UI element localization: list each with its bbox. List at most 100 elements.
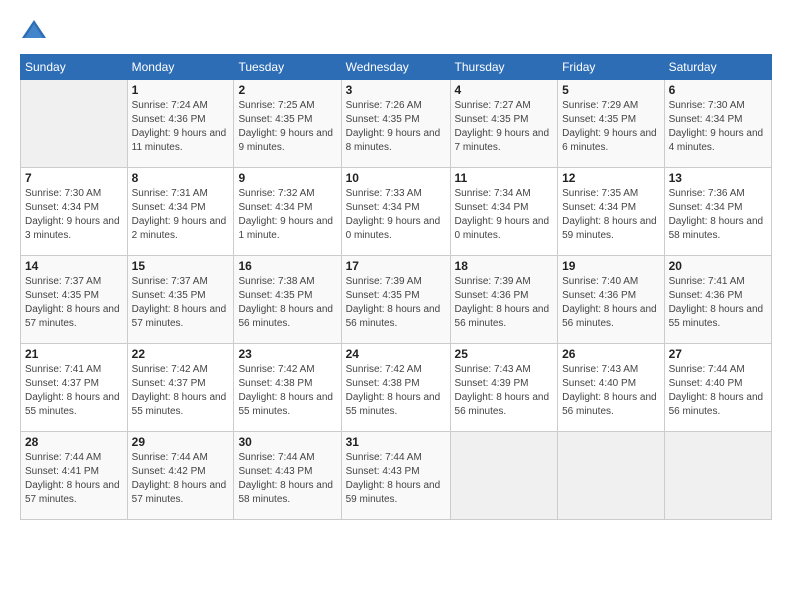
- sunrise: Sunrise: 7:43 AM: [562, 364, 638, 375]
- sunrise: Sunrise: 7:24 AM: [132, 100, 208, 111]
- daylight: Daylight: 8 hours and 55 minutes.: [346, 392, 441, 417]
- sunset: Sunset: 4:34 PM: [346, 202, 420, 213]
- day-number: 25: [455, 347, 554, 361]
- calendar-cell: 21 Sunrise: 7:41 AM Sunset: 4:37 PM Dayl…: [21, 344, 128, 432]
- day-number: 4: [455, 83, 554, 97]
- day-info: Sunrise: 7:29 AM Sunset: 4:35 PM Dayligh…: [562, 99, 659, 155]
- day-info: Sunrise: 7:38 AM Sunset: 4:35 PM Dayligh…: [238, 275, 336, 331]
- day-number: 21: [25, 347, 123, 361]
- daylight: Daylight: 8 hours and 56 minutes.: [669, 392, 764, 417]
- calendar-cell: [664, 432, 771, 520]
- calendar-cell: [450, 432, 558, 520]
- sunset: Sunset: 4:38 PM: [346, 378, 420, 389]
- day-info: Sunrise: 7:44 AM Sunset: 4:40 PM Dayligh…: [669, 363, 767, 419]
- sunset: Sunset: 4:35 PM: [562, 114, 636, 125]
- calendar-cell: 17 Sunrise: 7:39 AM Sunset: 4:35 PM Dayl…: [341, 256, 450, 344]
- sunset: Sunset: 4:34 PM: [455, 202, 529, 213]
- daylight: Daylight: 9 hours and 8 minutes.: [346, 128, 441, 153]
- weekday-header: Monday: [127, 55, 234, 80]
- sunset: Sunset: 4:38 PM: [238, 378, 312, 389]
- day-info: Sunrise: 7:44 AM Sunset: 4:42 PM Dayligh…: [132, 451, 230, 507]
- calendar-cell: 27 Sunrise: 7:44 AM Sunset: 4:40 PM Dayl…: [664, 344, 771, 432]
- calendar-cell: 3 Sunrise: 7:26 AM Sunset: 4:35 PM Dayli…: [341, 80, 450, 168]
- day-info: Sunrise: 7:37 AM Sunset: 4:35 PM Dayligh…: [25, 275, 123, 331]
- day-number: 26: [562, 347, 659, 361]
- calendar-table: SundayMondayTuesdayWednesdayThursdayFrid…: [20, 54, 772, 520]
- calendar-week-row: 1 Sunrise: 7:24 AM Sunset: 4:36 PM Dayli…: [21, 80, 772, 168]
- calendar-week-row: 14 Sunrise: 7:37 AM Sunset: 4:35 PM Dayl…: [21, 256, 772, 344]
- sunrise: Sunrise: 7:32 AM: [238, 188, 314, 199]
- sunrise: Sunrise: 7:44 AM: [25, 452, 101, 463]
- sunset: Sunset: 4:35 PM: [238, 114, 312, 125]
- sunset: Sunset: 4:34 PM: [132, 202, 206, 213]
- day-number: 7: [25, 171, 123, 185]
- sunrise: Sunrise: 7:31 AM: [132, 188, 208, 199]
- calendar-cell: 10 Sunrise: 7:33 AM Sunset: 4:34 PM Dayl…: [341, 168, 450, 256]
- day-info: Sunrise: 7:30 AM Sunset: 4:34 PM Dayligh…: [669, 99, 767, 155]
- calendar-cell: 15 Sunrise: 7:37 AM Sunset: 4:35 PM Dayl…: [127, 256, 234, 344]
- calendar-cell: 18 Sunrise: 7:39 AM Sunset: 4:36 PM Dayl…: [450, 256, 558, 344]
- day-info: Sunrise: 7:44 AM Sunset: 4:41 PM Dayligh…: [25, 451, 123, 507]
- daylight: Daylight: 8 hours and 56 minutes.: [455, 392, 550, 417]
- daylight: Daylight: 9 hours and 4 minutes.: [669, 128, 764, 153]
- sunrise: Sunrise: 7:38 AM: [238, 276, 314, 287]
- weekday-header: Thursday: [450, 55, 558, 80]
- sunrise: Sunrise: 7:41 AM: [25, 364, 101, 375]
- calendar-week-row: 7 Sunrise: 7:30 AM Sunset: 4:34 PM Dayli…: [21, 168, 772, 256]
- day-info: Sunrise: 7:26 AM Sunset: 4:35 PM Dayligh…: [346, 99, 446, 155]
- calendar-cell: 29 Sunrise: 7:44 AM Sunset: 4:42 PM Dayl…: [127, 432, 234, 520]
- sunrise: Sunrise: 7:34 AM: [455, 188, 531, 199]
- day-info: Sunrise: 7:43 AM Sunset: 4:40 PM Dayligh…: [562, 363, 659, 419]
- day-number: 5: [562, 83, 659, 97]
- calendar-cell: 19 Sunrise: 7:40 AM Sunset: 4:36 PM Dayl…: [558, 256, 664, 344]
- sunrise: Sunrise: 7:44 AM: [132, 452, 208, 463]
- daylight: Daylight: 8 hours and 57 minutes.: [132, 480, 227, 505]
- calendar-week-row: 21 Sunrise: 7:41 AM Sunset: 4:37 PM Dayl…: [21, 344, 772, 432]
- calendar-body: 1 Sunrise: 7:24 AM Sunset: 4:36 PM Dayli…: [21, 80, 772, 520]
- sunrise: Sunrise: 7:30 AM: [669, 100, 745, 111]
- sunset: Sunset: 4:34 PM: [669, 114, 743, 125]
- calendar-cell: 30 Sunrise: 7:44 AM Sunset: 4:43 PM Dayl…: [234, 432, 341, 520]
- day-info: Sunrise: 7:36 AM Sunset: 4:34 PM Dayligh…: [669, 187, 767, 243]
- day-info: Sunrise: 7:33 AM Sunset: 4:34 PM Dayligh…: [346, 187, 446, 243]
- sunrise: Sunrise: 7:37 AM: [132, 276, 208, 287]
- sunrise: Sunrise: 7:29 AM: [562, 100, 638, 111]
- calendar-cell: 5 Sunrise: 7:29 AM Sunset: 4:35 PM Dayli…: [558, 80, 664, 168]
- sunset: Sunset: 4:34 PM: [562, 202, 636, 213]
- day-number: 2: [238, 83, 336, 97]
- calendar-cell: 14 Sunrise: 7:37 AM Sunset: 4:35 PM Dayl…: [21, 256, 128, 344]
- daylight: Daylight: 8 hours and 57 minutes.: [25, 304, 120, 329]
- day-info: Sunrise: 7:42 AM Sunset: 4:38 PM Dayligh…: [238, 363, 336, 419]
- sunrise: Sunrise: 7:33 AM: [346, 188, 422, 199]
- day-number: 23: [238, 347, 336, 361]
- sunrise: Sunrise: 7:41 AM: [669, 276, 745, 287]
- day-number: 22: [132, 347, 230, 361]
- sunrise: Sunrise: 7:39 AM: [455, 276, 531, 287]
- daylight: Daylight: 8 hours and 56 minutes.: [562, 304, 657, 329]
- calendar-cell: [558, 432, 664, 520]
- daylight: Daylight: 8 hours and 59 minutes.: [346, 480, 441, 505]
- calendar-cell: 4 Sunrise: 7:27 AM Sunset: 4:35 PM Dayli…: [450, 80, 558, 168]
- day-number: 9: [238, 171, 336, 185]
- calendar-cell: 20 Sunrise: 7:41 AM Sunset: 4:36 PM Dayl…: [664, 256, 771, 344]
- sunset: Sunset: 4:37 PM: [132, 378, 206, 389]
- day-number: 3: [346, 83, 446, 97]
- sunset: Sunset: 4:36 PM: [455, 290, 529, 301]
- sunset: Sunset: 4:35 PM: [25, 290, 99, 301]
- sunset: Sunset: 4:42 PM: [132, 466, 206, 477]
- sunrise: Sunrise: 7:42 AM: [346, 364, 422, 375]
- sunset: Sunset: 4:34 PM: [238, 202, 312, 213]
- day-number: 16: [238, 259, 336, 273]
- day-info: Sunrise: 7:41 AM Sunset: 4:36 PM Dayligh…: [669, 275, 767, 331]
- day-number: 10: [346, 171, 446, 185]
- day-info: Sunrise: 7:40 AM Sunset: 4:36 PM Dayligh…: [562, 275, 659, 331]
- calendar-cell: 2 Sunrise: 7:25 AM Sunset: 4:35 PM Dayli…: [234, 80, 341, 168]
- sunrise: Sunrise: 7:42 AM: [238, 364, 314, 375]
- sunrise: Sunrise: 7:35 AM: [562, 188, 638, 199]
- calendar-cell: 13 Sunrise: 7:36 AM Sunset: 4:34 PM Dayl…: [664, 168, 771, 256]
- sunset: Sunset: 4:34 PM: [25, 202, 99, 213]
- calendar-cell: 12 Sunrise: 7:35 AM Sunset: 4:34 PM Dayl…: [558, 168, 664, 256]
- day-info: Sunrise: 7:31 AM Sunset: 4:34 PM Dayligh…: [132, 187, 230, 243]
- daylight: Daylight: 8 hours and 55 minutes.: [238, 392, 333, 417]
- daylight: Daylight: 9 hours and 3 minutes.: [25, 216, 120, 241]
